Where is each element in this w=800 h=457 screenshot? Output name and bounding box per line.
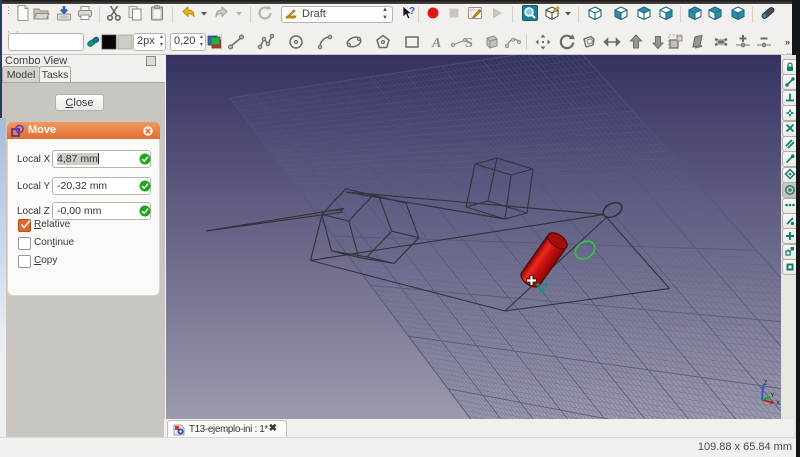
svg-text:?: ?: [409, 6, 415, 17]
svg-text:Z: Z: [764, 381, 768, 387]
svg-text:A: A: [431, 36, 441, 51]
svg-text:Y: Y: [771, 393, 775, 399]
svg-text:X: X: [776, 401, 780, 407]
svg-text:S: S: [465, 36, 473, 51]
